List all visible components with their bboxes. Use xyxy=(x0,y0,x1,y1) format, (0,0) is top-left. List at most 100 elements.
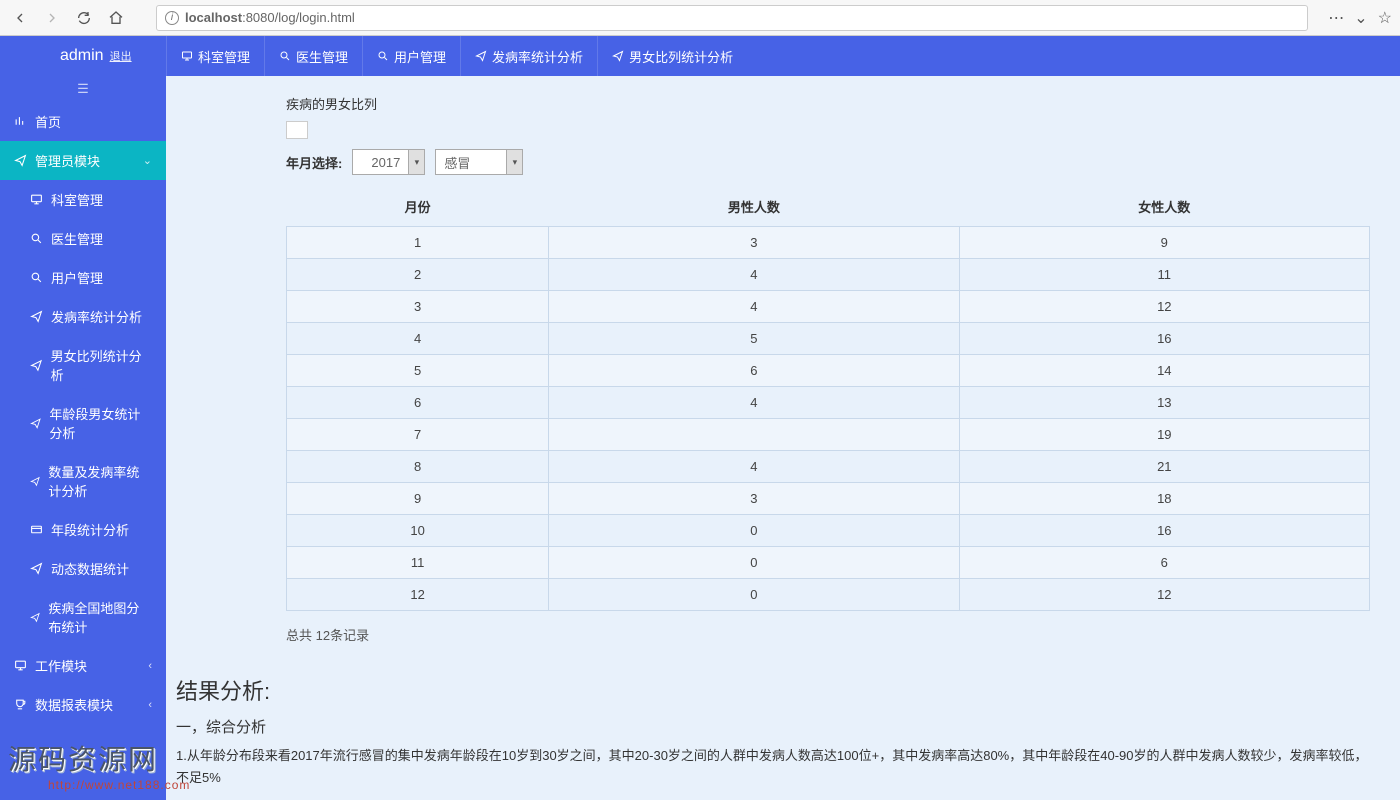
sidebar-item-发病率统计分析[interactable]: 发病率统计分析 xyxy=(0,297,166,336)
cell-month: 8 xyxy=(287,451,549,483)
cell-female: 6 xyxy=(959,547,1369,579)
search-icon xyxy=(30,271,43,284)
sidebar-item-科室管理[interactable]: 科室管理 xyxy=(0,180,166,219)
column-header: 女性人数 xyxy=(959,187,1369,227)
table-row: 9318 xyxy=(287,483,1370,515)
column-header: 男性人数 xyxy=(549,187,959,227)
dropdown-arrow-icon[interactable]: ▾ xyxy=(408,150,424,174)
tab-发病率统计分析[interactable]: 发病率统计分析 xyxy=(460,36,597,76)
data-table: 月份男性人数女性人数 13924113412451656146413719842… xyxy=(286,187,1370,611)
year-select[interactable]: ▾ xyxy=(352,149,425,175)
table-row: 2411 xyxy=(287,259,1370,291)
tab-医生管理[interactable]: 医生管理 xyxy=(264,36,362,76)
chevron-icon: ‹ xyxy=(148,699,152,711)
send-icon xyxy=(30,310,43,323)
sidebar-item-男女比列统计分析[interactable]: 男女比列统计分析 xyxy=(0,336,166,394)
cell-female: 14 xyxy=(959,355,1369,387)
cell-month: 7 xyxy=(287,419,549,451)
cell-female: 21 xyxy=(959,451,1369,483)
cell-female: 16 xyxy=(959,323,1369,355)
record-count: 总共 12条记录 xyxy=(286,625,1370,644)
back-button[interactable] xyxy=(8,6,32,30)
more-icon[interactable]: ⋯ xyxy=(1328,8,1344,28)
cell-male: 0 xyxy=(549,515,959,547)
table-row: 8421 xyxy=(287,451,1370,483)
column-header: 月份 xyxy=(287,187,549,227)
cell-male: 5 xyxy=(549,323,959,355)
bookmark-icon[interactable]: ☆ xyxy=(1378,8,1392,28)
sidebar-item-疾病全国地图分布统计[interactable]: 疾病全国地图分布统计 xyxy=(0,588,166,646)
info-icon: i xyxy=(165,11,179,25)
dropdown-arrow-icon[interactable]: ▾ xyxy=(506,150,522,174)
monitor-icon xyxy=(14,659,27,672)
cell-male xyxy=(549,419,959,451)
cell-female: 16 xyxy=(959,515,1369,547)
topbar: admin 退出 科室管理医生管理用户管理发病率统计分析男女比列统计分析 xyxy=(0,36,1400,76)
chevron-icon: ‹ xyxy=(148,660,152,672)
cell-male: 4 xyxy=(549,259,959,291)
sidebar-toggle[interactable]: ☰ xyxy=(0,76,166,102)
cell-month: 11 xyxy=(287,547,549,579)
cell-male: 4 xyxy=(549,387,959,419)
cell-male: 6 xyxy=(549,355,959,387)
analysis-heading: 结果分析: xyxy=(176,674,1370,706)
tab-科室管理[interactable]: 科室管理 xyxy=(166,36,264,76)
forward-button[interactable] xyxy=(40,6,64,30)
cell-month: 12 xyxy=(287,579,549,611)
disease-input[interactable] xyxy=(436,155,506,170)
cell-month: 2 xyxy=(287,259,549,291)
cell-female: 11 xyxy=(959,259,1369,291)
checkbox-placeholder[interactable] xyxy=(286,121,308,139)
monitor-icon xyxy=(181,50,193,62)
chart-icon xyxy=(14,115,27,128)
send-icon xyxy=(30,417,41,430)
logout-link[interactable]: 退出 xyxy=(110,48,132,64)
browser-chrome: i localhost:8080/log/login.html ⋯ ⌄ ☆ xyxy=(0,0,1400,36)
panel-title: 疾病的男女比列 xyxy=(286,94,1370,113)
cell-male: 3 xyxy=(549,227,959,259)
url-bar[interactable]: i localhost:8080/log/login.html xyxy=(156,5,1308,31)
year-input[interactable] xyxy=(353,155,408,170)
disease-select[interactable]: ▾ xyxy=(435,149,523,175)
reload-button[interactable] xyxy=(72,6,96,30)
send-icon xyxy=(30,475,40,488)
table-row: 10016 xyxy=(287,515,1370,547)
cell-female: 18 xyxy=(959,483,1369,515)
sidebar-item-首页[interactable]: 首页 xyxy=(0,102,166,141)
cell-month: 10 xyxy=(287,515,549,547)
table-row: 1106 xyxy=(287,547,1370,579)
analysis-text: 1.从年龄分布段来看2017年流行感冒的集中发病年龄段在10岁到30岁之间，其中… xyxy=(176,745,1370,789)
pocket-icon[interactable]: ⌄ xyxy=(1354,8,1367,28)
send-icon xyxy=(475,50,487,62)
sidebar: ☰ 首页管理员模块⌄科室管理医生管理用户管理发病率统计分析男女比列统计分析年龄段… xyxy=(0,76,166,800)
sidebar-item-动态数据统计[interactable]: 动态数据统计 xyxy=(0,549,166,588)
sidebar-item-数据报表模块[interactable]: 数据报表模块‹ xyxy=(0,685,166,724)
search-icon xyxy=(377,50,389,62)
cell-female: 9 xyxy=(959,227,1369,259)
sidebar-item-年龄段男女统计分析[interactable]: 年龄段男女统计分析 xyxy=(0,394,166,452)
card-icon xyxy=(30,523,43,536)
sidebar-item-工作模块[interactable]: 工作模块‹ xyxy=(0,646,166,685)
analysis-section: 结果分析: 一，综合分析 1.从年龄分布段来看2017年流行感冒的集中发病年龄段… xyxy=(176,674,1370,800)
cell-male: 0 xyxy=(549,547,959,579)
table-row: 139 xyxy=(287,227,1370,259)
cell-month: 9 xyxy=(287,483,549,515)
sidebar-item-用户管理[interactable]: 用户管理 xyxy=(0,258,166,297)
monitor-icon xyxy=(30,193,43,206)
cell-month: 6 xyxy=(287,387,549,419)
cell-month: 4 xyxy=(287,323,549,355)
sidebar-item-医生管理[interactable]: 医生管理 xyxy=(0,219,166,258)
table-row: 12012 xyxy=(287,579,1370,611)
tab-男女比列统计分析[interactable]: 男女比列统计分析 xyxy=(597,36,747,76)
table-row: 3412 xyxy=(287,291,1370,323)
sidebar-item-年段统计分析[interactable]: 年段统计分析 xyxy=(0,510,166,549)
cell-male: 4 xyxy=(549,451,959,483)
sidebar-item-管理员模块[interactable]: 管理员模块⌄ xyxy=(0,141,166,180)
tab-用户管理[interactable]: 用户管理 xyxy=(362,36,460,76)
sidebar-item-数量及发病率统计分析[interactable]: 数量及发病率统计分析 xyxy=(0,452,166,510)
cell-month: 3 xyxy=(287,291,549,323)
analysis-subheading: 一，综合分析 xyxy=(176,716,1370,737)
filter-label: 年月选择: xyxy=(286,153,342,172)
home-button[interactable] xyxy=(104,6,128,30)
search-icon xyxy=(279,50,291,62)
